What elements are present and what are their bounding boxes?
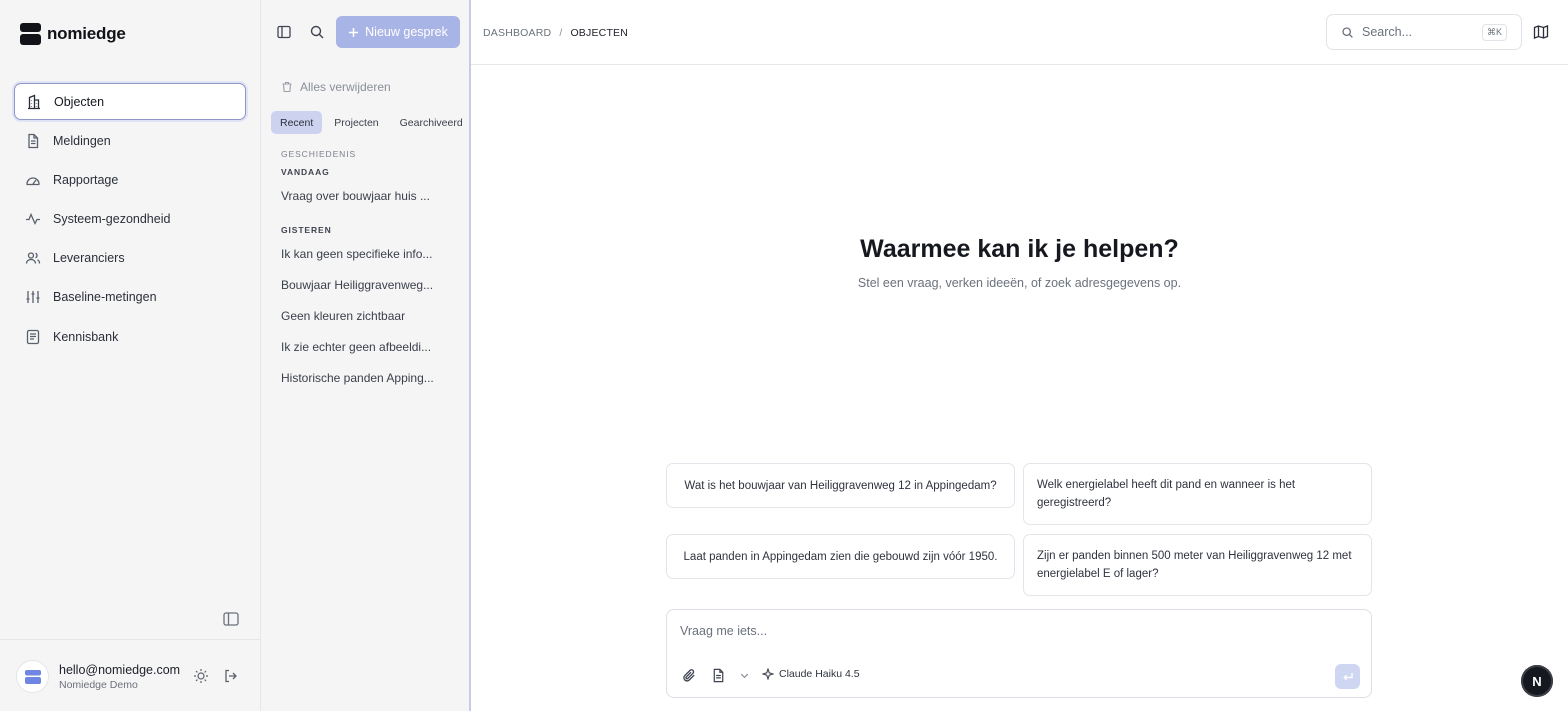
brand-name: nomiedge <box>47 24 126 43</box>
users-icon <box>25 252 41 264</box>
avatar-logo-icon <box>24 669 41 684</box>
new-chat-button[interactable]: Nieuw gesprek <box>336 16 460 48</box>
avatar[interactable] <box>16 660 49 693</box>
message-input[interactable] <box>680 624 1280 638</box>
page-subtitle: Stel een vraag, verken ideeën, of zoek a… <box>857 276 1182 290</box>
search-icon <box>1342 26 1353 38</box>
history-group-title: GISTEREN <box>281 225 332 235</box>
enter-icon <box>1342 672 1353 680</box>
plus-icon <box>349 27 359 37</box>
sidebar-item-label: Baseline-metingen <box>53 290 157 305</box>
search-input[interactable]: Search... ⌘K <box>1326 14 1522 50</box>
sidebar-item-rapportage[interactable]: Rapportage <box>14 161 246 198</box>
sidebar-item-leveranciers[interactable]: Leveranciers <box>14 240 246 277</box>
send-button[interactable] <box>1335 664 1360 689</box>
suggestion-card[interactable]: Laat panden in Appingedam zien die gebou… <box>666 534 1015 579</box>
model-label: Claude Haiku 4.5 <box>779 668 860 680</box>
user-org: Nomiedge Demo <box>59 679 138 691</box>
history-section-title: GESCHIEDENIS <box>281 149 357 159</box>
sidebar-collapse-icon[interactable] <box>222 610 240 628</box>
history-item[interactable]: Historische panden Apping... <box>281 371 441 385</box>
chat-history-panel: Nieuw gesprek Alles verwijderen Recent P… <box>261 0 471 711</box>
suggestion-card[interactable]: Zijn er panden binnen 500 meter van Heil… <box>1023 534 1372 596</box>
tab-recent[interactable]: Recent <box>271 111 323 134</box>
sliders-icon <box>26 291 40 304</box>
sidebar-item-label: Rapportage <box>53 172 119 187</box>
suggestion-card[interactable]: Welk energielabel heeft dit pand en wann… <box>1023 463 1372 525</box>
search-shortcut: ⌘K <box>1481 23 1507 41</box>
building-icon <box>28 94 40 109</box>
sidebar-item-baseline-metingen[interactable]: Baseline-metingen <box>14 279 246 316</box>
book-icon <box>26 329 40 344</box>
breadcrumb-separator: / <box>559 27 563 39</box>
logo-icon <box>20 23 41 45</box>
gauge-icon <box>26 177 40 186</box>
sidebar-item-objecten[interactable]: Objecten <box>14 83 246 120</box>
dev-tools-badge[interactable]: N <box>1521 665 1553 697</box>
history-group-title: VANDAAG <box>281 167 330 177</box>
user-email: hello@nomiedge.com <box>59 663 181 677</box>
activity-icon <box>26 212 40 226</box>
history-item[interactable]: Bouwjaar Heiliggravenweg... <box>281 278 441 292</box>
new-chat-label: Nieuw gesprek <box>365 25 448 39</box>
delete-all-button[interactable]: Alles verwijderen <box>281 80 391 94</box>
composer: Claude Haiku 4.5 <box>666 609 1372 698</box>
delete-all-label: Alles verwijderen <box>300 80 391 94</box>
tab-projecten[interactable]: Projecten <box>325 111 387 134</box>
logout-icon[interactable] <box>223 668 239 684</box>
model-selector[interactable]: Claude Haiku 4.5 <box>762 668 860 680</box>
history-tabs: Recent Projecten Gearchiveerd <box>271 111 475 134</box>
sidebar-item-label: Kennisbank <box>53 329 119 344</box>
search-placeholder: Search... <box>1362 25 1413 39</box>
trash-icon <box>282 81 292 93</box>
sidebar-item-label: Objecten <box>54 94 105 109</box>
history-item[interactable]: Ik kan geen specifieke info... <box>281 247 441 261</box>
breadcrumb-dashboard[interactable]: DASHBOARD <box>483 27 551 39</box>
history-item[interactable]: Vraag over bouwjaar huis ... <box>281 189 441 203</box>
sidebar-item-kennisbank[interactable]: Kennisbank <box>14 318 246 355</box>
history-item[interactable]: Geen kleuren zichtbaar <box>281 309 441 323</box>
sidebar-item-label: Leveranciers <box>53 251 125 266</box>
brand[interactable]: nomiedge <box>20 23 126 45</box>
breadcrumb: DASHBOARD / OBJECTEN <box>483 27 628 39</box>
paperclip-icon[interactable] <box>682 668 697 683</box>
sidebar-item-meldingen[interactable]: Meldingen <box>14 122 246 159</box>
sidebar-item-label: Systeem-gezondheid <box>53 212 171 227</box>
sparkle-icon <box>762 668 774 680</box>
chevron-down-icon[interactable] <box>737 668 752 683</box>
file-icon[interactable] <box>711 668 726 683</box>
sun-icon[interactable] <box>193 668 209 684</box>
main-nav: Objecten Meldingen Rapportage Systeem-ge… <box>14 83 246 357</box>
search-icon[interactable] <box>309 24 325 40</box>
user-footer: hello@nomiedge.com Nomiedge Demo <box>0 639 260 711</box>
sidebar: nomiedge Objecten Meldingen Rapportage S… <box>0 0 261 711</box>
sidebar-item-label: Meldingen <box>53 133 111 148</box>
tab-gearchiveerd[interactable]: Gearchiveerd <box>391 111 472 134</box>
page-title: Waarmee kan ik je helpen? <box>860 235 1179 263</box>
sidebar-item-systeem-gezondheid[interactable]: Systeem-gezondheid <box>14 201 246 238</box>
map-icon[interactable] <box>1533 24 1549 40</box>
topbar: DASHBOARD / OBJECTEN Search... ⌘K <box>471 0 1568 65</box>
breadcrumb-objecten: OBJECTEN <box>570 27 629 39</box>
history-item[interactable]: Ik zie echter geen afbeeldi... <box>281 340 441 354</box>
suggestion-card[interactable]: Wat is het bouwjaar van Heiliggravenweg … <box>666 463 1015 508</box>
panel-toggle-icon[interactable] <box>276 24 292 40</box>
document-icon <box>28 133 39 148</box>
